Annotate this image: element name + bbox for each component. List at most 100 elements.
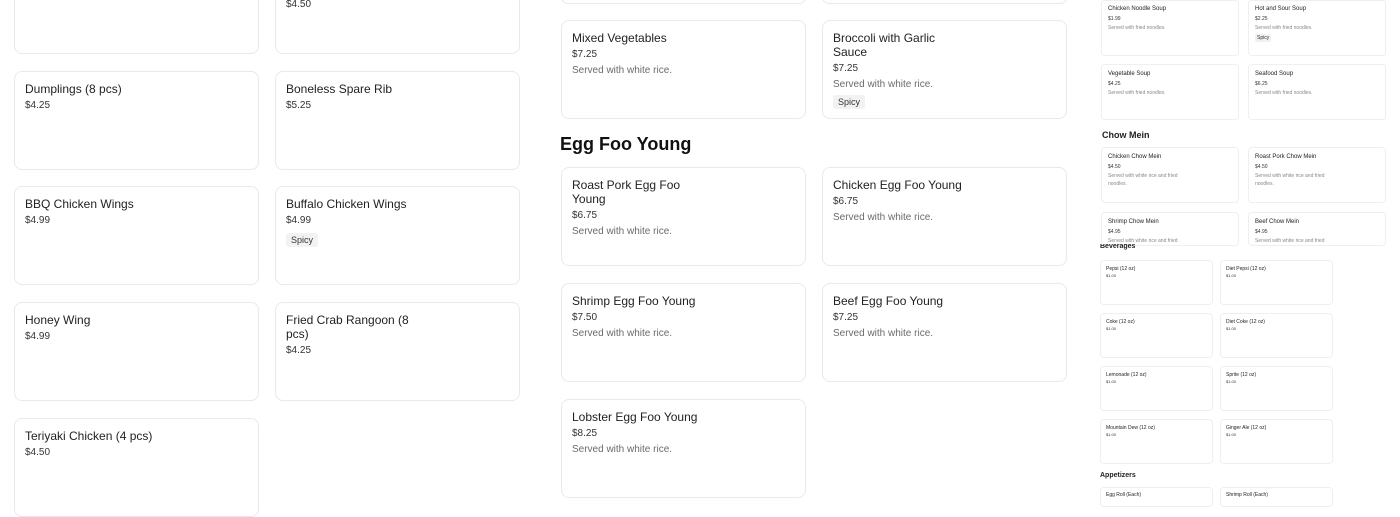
- menu-item-card[interactable]: [14, 0, 259, 54]
- mini-item-name: Coke (12 oz): [1106, 319, 1135, 325]
- mini-menu-card[interactable]: Chicken Chow Mein $4.50 Served with whit…: [1101, 147, 1239, 203]
- mini-item-price: $6.25: [1255, 81, 1268, 87]
- mini-item-name: Seafood Soup: [1255, 71, 1294, 77]
- item-name: Roast Pork Egg Foo Young: [572, 178, 681, 206]
- mini-menu-card[interactable]: Lemonade (12 oz) $1.00: [1100, 366, 1213, 411]
- menu-item-card[interactable]: Roast Pork Egg Foo Young $6.75 Served wi…: [561, 167, 806, 266]
- item-description: Served with white rice.: [572, 65, 673, 76]
- item-price: $6.75: [572, 210, 598, 221]
- mini-item-price: $1.00: [1226, 432, 1237, 437]
- mini-item-price: $1.99: [1108, 16, 1121, 22]
- item-description: Served with white rice.: [572, 328, 673, 339]
- mini-item-name: Roast Pork Chow Mein: [1255, 154, 1317, 160]
- mini-item-name: Vegetable Soup: [1108, 71, 1151, 77]
- menu-item-card[interactable]: Fried Crab Rangoon (8 pcs) $4.25: [275, 302, 520, 401]
- mini-item-description: Served with white rice and fried noodles…: [1255, 238, 1325, 244]
- mini-menu-card[interactable]: Shrimp Chow Mein $4.95 Served with white…: [1101, 212, 1239, 246]
- menu-item-card[interactable]: [822, 0, 1067, 4]
- menu-item-card[interactable]: Mixed Vegetables $7.25 Served with white…: [561, 20, 806, 119]
- mini-item-name: Beef Chow Mein: [1255, 219, 1300, 225]
- mini-item-price: $1.00: [1106, 379, 1117, 384]
- item-description: Served with white rice.: [572, 444, 673, 455]
- mini-item-price: $4.95: [1108, 229, 1121, 235]
- item-name: Shrimp Egg Foo Young: [572, 294, 696, 308]
- menu-item-card[interactable]: Dumplings (8 pcs) $4.25: [14, 71, 259, 170]
- mini-menu-card[interactable]: Hot and Sour Soup $2.25 Served with frie…: [1248, 0, 1386, 56]
- mini-menu-card[interactable]: Mountain Dew (12 oz) $1.00: [1100, 419, 1213, 464]
- mini-item-price: $1.00: [1106, 273, 1117, 278]
- menu-item-card[interactable]: Shrimp Egg Foo Young $7.50 Served with w…: [561, 283, 806, 382]
- mini-item-price: $1.00: [1106, 432, 1117, 437]
- mini-menu-card[interactable]: Diet Pepsi (12 oz) $1.00: [1220, 260, 1333, 305]
- section-heading: Egg Foo Young: [560, 134, 692, 154]
- mini-item-name: Diet Coke (12 oz): [1226, 319, 1265, 325]
- mini-menu-card[interactable]: Chicken Noodle Soup $1.99 Served with fr…: [1101, 0, 1239, 56]
- menu-item-card[interactable]: $4.50: [275, 0, 520, 54]
- item-price: $7.25: [572, 49, 598, 60]
- item-price: $4.99: [286, 215, 312, 226]
- mini-item-name: Shrimp Chow Mein: [1108, 219, 1159, 225]
- section-heading: Beverages: [1100, 244, 1136, 250]
- mini-item-description: Served with fried noodles.: [1108, 90, 1166, 96]
- mini-item-price: $1.00: [1106, 326, 1117, 331]
- mini-item-name: Diet Pepsi (12 oz): [1226, 266, 1266, 272]
- mini-item-description: Served with fried noodles.: [1255, 25, 1313, 31]
- item-price: $4.25: [286, 345, 312, 356]
- menu-item-card[interactable]: BBQ Chicken Wings $4.99: [14, 186, 259, 285]
- mini-item-price: $4.25: [1108, 81, 1121, 87]
- item-name: Teriyaki Chicken (4 pcs): [25, 429, 153, 443]
- item-name: Fried Crab Rangoon (8 pcs): [286, 313, 409, 341]
- item-price: $7.25: [833, 63, 859, 74]
- item-price: $4.99: [25, 215, 51, 226]
- item-name: Beef Egg Foo Young: [833, 294, 944, 308]
- mini-menu-card[interactable]: Sprite (12 oz) $1.00: [1220, 366, 1333, 411]
- item-price: $4.50: [25, 447, 51, 458]
- menu-item-card[interactable]: [561, 0, 806, 4]
- item-name: Broccoli with Garlic Sauce: [833, 31, 936, 59]
- item-name: Buffalo Chicken Wings: [286, 197, 407, 211]
- mini-menu-card[interactable]: Coke (12 oz) $1.00: [1100, 313, 1213, 358]
- mini-menu-card[interactable]: Diet Coke (12 oz) $1.00: [1220, 313, 1333, 358]
- mini-item-description: Served with white rice and fried noodles…: [1108, 173, 1178, 187]
- mini-menu-card[interactable]: Beef Chow Mein $4.95 Served with white r…: [1248, 212, 1386, 246]
- mini-menu-card[interactable]: Egg Roll (Each): [1100, 487, 1213, 507]
- mini-menu-card[interactable]: Ginger Ale (12 oz) $1.00: [1220, 419, 1333, 464]
- item-description: Served with white rice.: [572, 226, 673, 237]
- spicy-badge: Spicy: [833, 95, 866, 109]
- item-name: Boneless Spare Rib: [286, 82, 393, 96]
- menu-item-card[interactable]: Beef Egg Foo Young $7.25 Served with whi…: [822, 283, 1067, 382]
- menu-item-card[interactable]: Honey Wing $4.99: [14, 302, 259, 401]
- item-description: Served with white rice.: [833, 79, 934, 90]
- menu-item-card[interactable]: Broccoli with Garlic Sauce $7.25 Served …: [822, 20, 1067, 119]
- section-heading: Appetizers: [1100, 472, 1136, 479]
- mini-menu-card[interactable]: Roast Pork Chow Mein $4.50 Served with w…: [1248, 147, 1386, 203]
- spicy-badge: Spicy: [1255, 34, 1272, 42]
- item-price: $6.75: [833, 196, 859, 207]
- mini-item-name: Egg Roll (Each): [1106, 492, 1142, 498]
- mini-item-name: Chicken Chow Mein: [1108, 154, 1162, 160]
- mini-item-price: $4.50: [1255, 164, 1268, 170]
- mini-item-price: $2.25: [1255, 16, 1268, 22]
- spicy-badge: Spicy: [286, 233, 319, 247]
- mini-item-name: Shrimp Roll (Each): [1226, 492, 1268, 498]
- mini-item-description: Served with fried noodles.: [1108, 25, 1166, 31]
- mini-menu-card[interactable]: Shrimp Roll (Each): [1220, 487, 1333, 507]
- menu-item-card[interactable]: Chicken Egg Foo Young $6.75 Served with …: [822, 167, 1067, 266]
- item-name: BBQ Chicken Wings: [25, 197, 134, 211]
- mini-item-description: Served with fried noodles.: [1255, 90, 1313, 96]
- mini-item-price: $1.00: [1226, 326, 1237, 331]
- mini-item-price: $4.50: [1108, 164, 1121, 170]
- mini-menu-card[interactable]: Vegetable Soup $4.25 Served with fried n…: [1101, 64, 1239, 120]
- section-heading: Chow Mein: [1102, 130, 1150, 140]
- menu-item-card[interactable]: Teriyaki Chicken (4 pcs) $4.50: [14, 418, 259, 517]
- menu-item-card[interactable]: Lobster Egg Foo Young $8.25 Served with …: [561, 399, 806, 498]
- menu-item-card[interactable]: Buffalo Chicken Wings $4.99 Spicy: [275, 186, 520, 285]
- mini-item-price: $1.00: [1226, 379, 1237, 384]
- item-description: Served with white rice.: [833, 328, 934, 339]
- item-name: Mixed Vegetables: [572, 31, 667, 45]
- mini-menu-card[interactable]: Seafood Soup $6.25 Served with fried noo…: [1248, 64, 1386, 120]
- item-price: $5.25: [286, 100, 312, 111]
- mini-item-name: Mountain Dew (12 oz): [1106, 425, 1155, 431]
- menu-item-card[interactable]: Boneless Spare Rib $5.25: [275, 71, 520, 170]
- mini-menu-card[interactable]: Pepsi (12 oz) $1.00: [1100, 260, 1213, 305]
